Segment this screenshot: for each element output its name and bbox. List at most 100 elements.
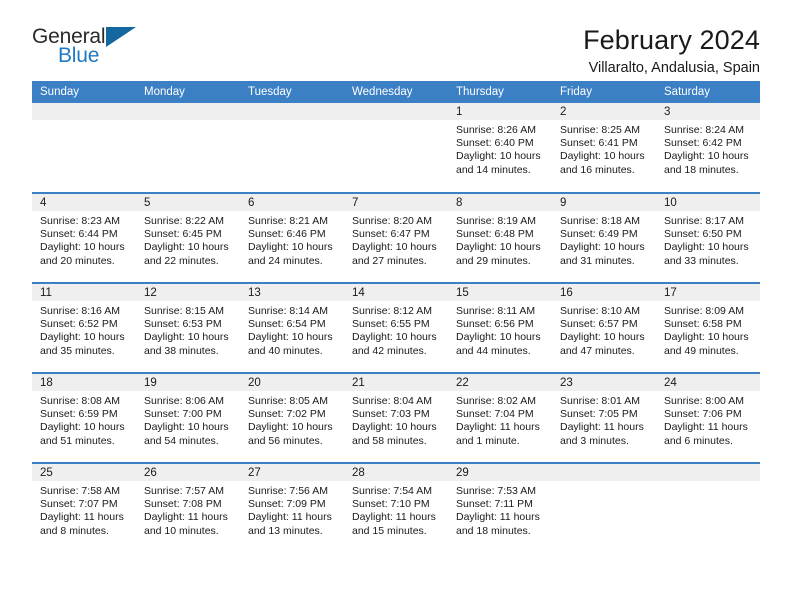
calendar-week-row: 1 Sunrise: 8:26 AM Sunset: 6:40 PM Daylight… xyxy=(32,103,760,193)
sunrise-text: Sunrise: 8:17 AM xyxy=(664,215,744,227)
calendar-day-cell[interactable]: 29 Sunrise: 7:53 AM Sunset: 7:11 PM Dayligh… xyxy=(448,462,552,555)
day-cell-content: 3 Sunrise: 8:24 AM Sunset: 6:42 PM Daylight… xyxy=(656,103,760,192)
day-cell-content: 1 Sunrise: 8:26 AM Sunset: 6:40 PM Daylight… xyxy=(448,103,552,192)
calendar-day-cell[interactable]: 1 Sunrise: 8:26 AM Sunset: 6:40 PM Daylight… xyxy=(448,103,552,193)
day-cell-content: 22 Sunrise: 8:02 AM Sunset: 7:04 PM Dayligh… xyxy=(448,374,552,462)
page-subtitle: Villaralto, Andalusia, Spain xyxy=(588,60,760,77)
day-details: Sunrise: 8:04 AM Sunset: 7:03 PM Daylight:… xyxy=(344,391,448,448)
day-cell-content: 8 Sunrise: 8:19 AM Sunset: 6:48 PM Daylight… xyxy=(448,194,552,282)
day-number: 29 xyxy=(448,464,552,481)
calendar-day-cell[interactable]: 12 Sunrise: 8:15 AM Sunset: 6:53 PM Dayligh… xyxy=(136,282,240,373)
sunset-text: Sunset: 7:03 PM xyxy=(352,408,430,421)
daylight-text: Daylight: 10 hours and 31 minutes. xyxy=(560,241,645,267)
day-details: Sunrise: 8:24 AM Sunset: 6:42 PM Daylight:… xyxy=(656,120,760,177)
daylight-text: Daylight: 11 hours and 3 minutes. xyxy=(560,421,644,447)
calendar-day-cell[interactable]: 17 Sunrise: 8:09 AM Sunset: 6:58 PM Dayligh… xyxy=(656,282,760,373)
daylight-text: Daylight: 10 hours and 42 minutes. xyxy=(352,331,437,357)
sunrise-text: Sunrise: 7:53 AM xyxy=(456,485,536,497)
calendar-day-cell-empty xyxy=(32,103,136,193)
calendar-day-cell[interactable]: 4 Sunrise: 8:23 AM Sunset: 6:44 PM Daylight… xyxy=(32,192,136,283)
day-number: 18 xyxy=(32,374,136,391)
day-details: Sunrise: 8:17 AM Sunset: 6:50 PM Daylight:… xyxy=(656,211,760,268)
daylight-text: Daylight: 11 hours and 10 minutes. xyxy=(144,511,228,537)
sunrise-text: Sunrise: 8:25 AM xyxy=(560,124,640,136)
calendar-day-cell[interactable]: 10 Sunrise: 8:17 AM Sunset: 6:50 PM Dayligh… xyxy=(656,192,760,283)
day-cell-content: 16 Sunrise: 8:10 AM Sunset: 6:57 PM Dayligh… xyxy=(552,284,656,372)
day-number: 8 xyxy=(448,194,552,211)
calendar-day-cell[interactable]: 8 Sunrise: 8:19 AM Sunset: 6:48 PM Daylight… xyxy=(448,192,552,283)
day-number: 16 xyxy=(552,284,656,301)
day-cell-content: 20 Sunrise: 8:05 AM Sunset: 7:02 PM Dayligh… xyxy=(240,374,344,462)
daylight-text: Daylight: 10 hours and 54 minutes. xyxy=(144,421,229,447)
calendar-day-cell[interactable]: 3 Sunrise: 8:24 AM Sunset: 6:42 PM Daylight… xyxy=(656,103,760,193)
sunset-text: Sunset: 6:45 PM xyxy=(144,228,222,241)
calendar-day-cell[interactable]: 26 Sunrise: 7:57 AM Sunset: 7:08 PM Dayligh… xyxy=(136,462,240,555)
day-cell-content xyxy=(656,464,760,555)
sunset-text: Sunset: 6:58 PM xyxy=(664,318,742,331)
calendar-day-cell[interactable]: 13 Sunrise: 8:14 AM Sunset: 6:54 PM Dayligh… xyxy=(240,282,344,373)
sunrise-text: Sunrise: 8:08 AM xyxy=(40,395,120,407)
sunset-text: Sunset: 7:00 PM xyxy=(144,408,222,421)
day-cell-content: 9 Sunrise: 8:18 AM Sunset: 6:49 PM Daylight… xyxy=(552,194,656,282)
calendar-day-cell[interactable]: 11 Sunrise: 8:16 AM Sunset: 6:52 PM Dayligh… xyxy=(32,282,136,373)
calendar-day-cell[interactable]: 18 Sunrise: 8:08 AM Sunset: 6:59 PM Dayligh… xyxy=(32,372,136,463)
sunrise-text: Sunrise: 8:23 AM xyxy=(40,215,120,227)
sunset-text: Sunset: 6:53 PM xyxy=(144,318,222,331)
sunset-text: Sunset: 7:11 PM xyxy=(456,498,533,511)
sunrise-text: Sunrise: 8:12 AM xyxy=(352,305,432,317)
calendar-day-cell[interactable]: 19 Sunrise: 8:06 AM Sunset: 7:00 PM Dayligh… xyxy=(136,372,240,463)
day-details: Sunrise: 8:16 AM Sunset: 6:52 PM Daylight:… xyxy=(32,301,136,358)
calendar-day-cell[interactable]: 27 Sunrise: 7:56 AM Sunset: 7:09 PM Dayligh… xyxy=(240,462,344,555)
calendar-day-cell[interactable]: 28 Sunrise: 7:54 AM Sunset: 7:10 PM Dayligh… xyxy=(344,462,448,555)
day-number: 4 xyxy=(32,194,136,211)
calendar-day-cell[interactable]: 5 Sunrise: 8:22 AM Sunset: 6:45 PM Daylight… xyxy=(136,192,240,283)
day-cell-content: 14 Sunrise: 8:12 AM Sunset: 6:55 PM Dayligh… xyxy=(344,284,448,372)
calendar-day-cell[interactable]: 7 Sunrise: 8:20 AM Sunset: 6:47 PM Daylight… xyxy=(344,192,448,283)
daylight-text: Daylight: 10 hours and 35 minutes. xyxy=(40,331,125,357)
calendar-day-cell-empty xyxy=(552,462,656,555)
calendar-week-row: 18 Sunrise: 8:08 AM Sunset: 6:59 PM Dayligh… xyxy=(32,372,760,463)
sunset-text: Sunset: 6:48 PM xyxy=(456,228,534,241)
sunset-text: Sunset: 6:44 PM xyxy=(40,228,118,241)
sunset-text: Sunset: 7:07 PM xyxy=(40,498,118,511)
daylight-text: Daylight: 11 hours and 6 minutes. xyxy=(664,421,748,447)
calendar-day-cell[interactable]: 6 Sunrise: 8:21 AM Sunset: 6:46 PM Daylight… xyxy=(240,192,344,283)
calendar-day-cell[interactable]: 24 Sunrise: 8:00 AM Sunset: 7:06 PM Dayligh… xyxy=(656,372,760,463)
weekday-header-tuesday: Tuesday xyxy=(240,81,344,103)
general-blue-logo[interactable]: General Blue xyxy=(32,26,162,74)
calendar-day-cell[interactable]: 15 Sunrise: 8:11 AM Sunset: 6:56 PM Dayligh… xyxy=(448,282,552,373)
calendar-day-cell[interactable]: 21 Sunrise: 8:04 AM Sunset: 7:03 PM Dayligh… xyxy=(344,372,448,463)
sunrise-text: Sunrise: 8:20 AM xyxy=(352,215,432,227)
calendar-day-cell[interactable]: 22 Sunrise: 8:02 AM Sunset: 7:04 PM Dayligh… xyxy=(448,372,552,463)
calendar-day-cell[interactable]: 20 Sunrise: 8:05 AM Sunset: 7:02 PM Dayligh… xyxy=(240,372,344,463)
daylight-text: Daylight: 11 hours and 1 minute. xyxy=(456,421,540,447)
page-header: General Blue February 2024 Villaralto, A… xyxy=(32,0,760,77)
day-details: Sunrise: 8:14 AM Sunset: 6:54 PM Daylight:… xyxy=(240,301,344,358)
day-cell-content: 19 Sunrise: 8:06 AM Sunset: 7:00 PM Dayligh… xyxy=(136,374,240,462)
calendar-day-cell[interactable]: 16 Sunrise: 8:10 AM Sunset: 6:57 PM Dayligh… xyxy=(552,282,656,373)
day-number: 17 xyxy=(656,284,760,301)
calendar-day-cell[interactable]: 23 Sunrise: 8:01 AM Sunset: 7:05 PM Dayligh… xyxy=(552,372,656,463)
calendar-day-cell[interactable]: 25 Sunrise: 7:58 AM Sunset: 7:07 PM Dayligh… xyxy=(32,462,136,555)
sunrise-text: Sunrise: 8:10 AM xyxy=(560,305,640,317)
sunset-text: Sunset: 6:41 PM xyxy=(560,137,638,150)
day-details: Sunrise: 8:18 AM Sunset: 6:49 PM Daylight:… xyxy=(552,211,656,268)
sunset-text: Sunset: 7:10 PM xyxy=(352,498,430,511)
sunset-text: Sunset: 6:56 PM xyxy=(456,318,534,331)
sunset-text: Sunset: 6:46 PM xyxy=(248,228,326,241)
day-number xyxy=(344,103,448,120)
sunrise-text: Sunrise: 8:11 AM xyxy=(456,305,536,317)
sunrise-text: Sunrise: 8:16 AM xyxy=(40,305,120,317)
day-number: 2 xyxy=(552,103,656,120)
day-number: 14 xyxy=(344,284,448,301)
calendar-day-cell-empty xyxy=(656,462,760,555)
calendar-day-cell-empty xyxy=(240,103,344,193)
daylight-text: Daylight: 10 hours and 14 minutes. xyxy=(456,150,541,176)
daylight-text: Daylight: 11 hours and 18 minutes. xyxy=(456,511,540,537)
calendar-day-cell[interactable]: 9 Sunrise: 8:18 AM Sunset: 6:49 PM Daylight… xyxy=(552,192,656,283)
calendar-day-cell[interactable]: 14 Sunrise: 8:12 AM Sunset: 6:55 PM Dayligh… xyxy=(344,282,448,373)
day-cell-content: 28 Sunrise: 7:54 AM Sunset: 7:10 PM Dayligh… xyxy=(344,464,448,555)
daylight-text: Daylight: 10 hours and 49 minutes. xyxy=(664,331,749,357)
day-cell-content: 24 Sunrise: 8:00 AM Sunset: 7:06 PM Dayligh… xyxy=(656,374,760,462)
calendar-day-cell[interactable]: 2 Sunrise: 8:25 AM Sunset: 6:41 PM Daylight… xyxy=(552,103,656,193)
